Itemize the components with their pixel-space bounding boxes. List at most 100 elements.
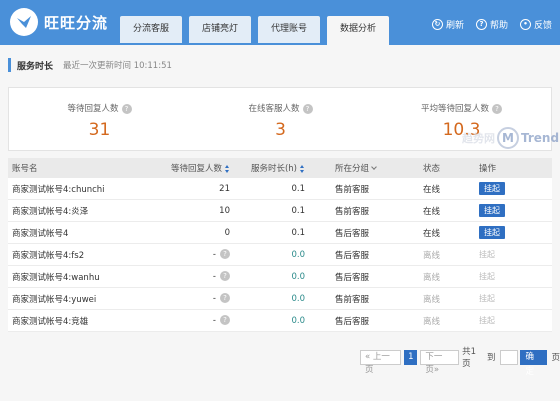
question-icon[interactable]: ?	[220, 271, 230, 282]
row-waiting: -?	[158, 271, 238, 282]
table-row: 商家测试帐号4:chunchi 21 0.1 售前客服 在线 挂起	[8, 178, 552, 200]
stat-avg-label: 平均等待回复人数	[420, 104, 489, 114]
row-waiting: 0	[224, 227, 230, 238]
total-pages: 共1页	[462, 347, 476, 369]
main-tabs: 分流客服 店铺亮灯 代理账号 数据分析	[120, 16, 396, 45]
question-icon[interactable]: ?	[302, 103, 313, 114]
row-group: 售前客服	[335, 184, 370, 195]
row-waiting-value: -	[212, 249, 216, 260]
stat-online-agents: 在线客服人数? 3	[190, 88, 371, 152]
suspend-button[interactable]: 挂起	[479, 182, 505, 195]
row-action: 挂起	[469, 248, 552, 261]
section-title: 服务时长	[17, 61, 54, 72]
row-group: 售前客服	[335, 294, 370, 305]
row-status: 在线	[423, 206, 441, 217]
question-icon[interactable]: ?	[492, 103, 502, 114]
stat-waiting-label: 等待回复人数	[67, 104, 119, 114]
row-waiting: 21	[219, 183, 230, 194]
table-row: 商家测试帐号4:竞雄 -? 0.0 售后客服 离线 挂起	[8, 310, 552, 332]
header-group-label: 所在分组	[335, 164, 370, 174]
row-account: 商家测试帐号4:yuwei	[12, 294, 97, 305]
suspend-button: 挂起	[479, 294, 495, 303]
refresh-label: 刷新	[445, 21, 464, 31]
stat-online-value: 3	[275, 120, 286, 140]
confirm-page-button[interactable]: 确定	[519, 349, 548, 377]
sort-icon[interactable]	[225, 164, 230, 173]
table-row: 商家测试帐号4:wanhu -? 0.0 售后客服 离线 挂起	[8, 266, 552, 288]
next-page-button[interactable]: 下一页»	[420, 349, 460, 375]
row-status: 离线	[423, 250, 441, 261]
row-account: 商家测试帐号4:fs2	[12, 250, 85, 261]
page-unit-label: 页	[551, 353, 560, 363]
help-label: 帮助	[489, 21, 508, 31]
top-bar: 旺旺分流 分流客服 店铺亮灯 代理账号 数据分析 ↻ 刷新 ? 帮助 • 反馈	[0, 0, 560, 45]
table-row: 商家测试帐号4:yuwei -? 0.0 售前客服 离线 挂起	[8, 288, 552, 310]
row-account: 商家测试帐号4:wanhu	[12, 272, 100, 283]
refresh-button[interactable]: ↻ 刷新	[431, 18, 464, 31]
row-status: 离线	[423, 272, 441, 283]
row-duration: 0.1	[291, 205, 305, 216]
suspend-button[interactable]: 挂起	[479, 204, 505, 217]
feedback-button[interactable]: • 反馈	[519, 18, 552, 31]
service-table: 账号名 等待回复人数 服务时长(h) 所在分组 状态 操作 商家测试帐号4:ch…	[8, 158, 552, 332]
stat-avg-label-row: 平均等待回复人数?	[371, 102, 552, 114]
tab-diversion-service[interactable]: 分流客服	[120, 16, 183, 43]
row-waiting: -?	[158, 315, 238, 326]
tab-shop-lights[interactable]: 店铺亮灯	[189, 16, 252, 43]
row-group: 售后客服	[335, 228, 370, 239]
row-waiting: -?	[158, 249, 238, 260]
help-button[interactable]: ? 帮助	[475, 18, 508, 31]
watermark-en-text: Trend	[521, 131, 560, 145]
watermark-cn-text: 趋势网	[462, 132, 495, 145]
header-group[interactable]: 所在分组	[323, 162, 413, 174]
row-waiting-value: -	[212, 293, 216, 304]
last-update-time: 最近一次更新时间 10:11:51	[63, 61, 172, 71]
row-group: 售后客服	[335, 316, 370, 327]
current-page[interactable]: 1	[404, 349, 418, 365]
header-account: 账号名	[12, 164, 38, 174]
question-icon[interactable]: ?	[121, 103, 132, 114]
row-group: 售后客服	[335, 250, 370, 261]
row-waiting: 10	[219, 205, 230, 216]
trend-watermark: 趋势网 M Trend	[462, 127, 559, 149]
sort-icon[interactable]	[300, 164, 305, 173]
stat-online-label: 在线客服人数	[248, 104, 300, 114]
row-waiting: -?	[158, 293, 238, 304]
question-icon[interactable]: ?	[220, 315, 230, 326]
suspend-button: 挂起	[479, 250, 495, 259]
stat-waiting-label-row: 等待回复人数?	[9, 102, 190, 114]
tab-proxy-accounts[interactable]: 代理账号	[258, 16, 321, 43]
header-duration[interactable]: 服务时长(h)	[238, 162, 323, 174]
row-duration: 0.1	[291, 183, 305, 194]
app-name: 旺旺分流	[44, 13, 109, 32]
row-duration: 0.0	[291, 293, 305, 304]
question-icon[interactable]: ?	[220, 293, 230, 304]
header-action: 操作	[479, 164, 497, 174]
suspend-button: 挂起	[479, 316, 495, 325]
table-row: 商家测试帐号4 0 0.1 售后客服 在线 挂起	[8, 222, 552, 244]
row-duration: 0.0	[291, 249, 305, 260]
page-number-input[interactable]	[499, 349, 518, 365]
row-action: 挂起	[469, 270, 552, 283]
goto-label: 到	[487, 353, 496, 363]
chevron-down-icon[interactable]	[371, 164, 377, 170]
prev-page-button[interactable]: « 上一页	[360, 349, 402, 375]
suspend-button[interactable]: 挂起	[479, 226, 505, 239]
tab-data-analysis[interactable]: 数据分析	[327, 16, 390, 45]
suspend-button: 挂起	[479, 272, 495, 281]
stat-waiting-value: 31	[88, 120, 111, 140]
row-action: 挂起	[469, 292, 552, 305]
row-group: 售前客服	[335, 206, 370, 217]
question-icon[interactable]: ?	[220, 249, 230, 260]
row-action: 挂起	[469, 182, 552, 195]
row-action: 挂起	[469, 314, 552, 327]
row-duration: 0.0	[291, 271, 305, 282]
section-accent-bar	[8, 58, 11, 72]
table-row: 商家测试帐号4:fs2 -? 0.0 售后客服 离线 挂起	[8, 244, 552, 266]
header-status: 状态	[423, 164, 441, 174]
feedback-label: 反馈	[533, 21, 552, 31]
help-icon: ?	[475, 19, 487, 30]
header-waiting[interactable]: 等待回复人数	[158, 162, 238, 174]
section-header: 服务时长 最近一次更新时间 10:11:51	[8, 56, 172, 74]
pagination: « 上一页 1 下一页» 共1页 到 确定 页	[360, 347, 560, 377]
